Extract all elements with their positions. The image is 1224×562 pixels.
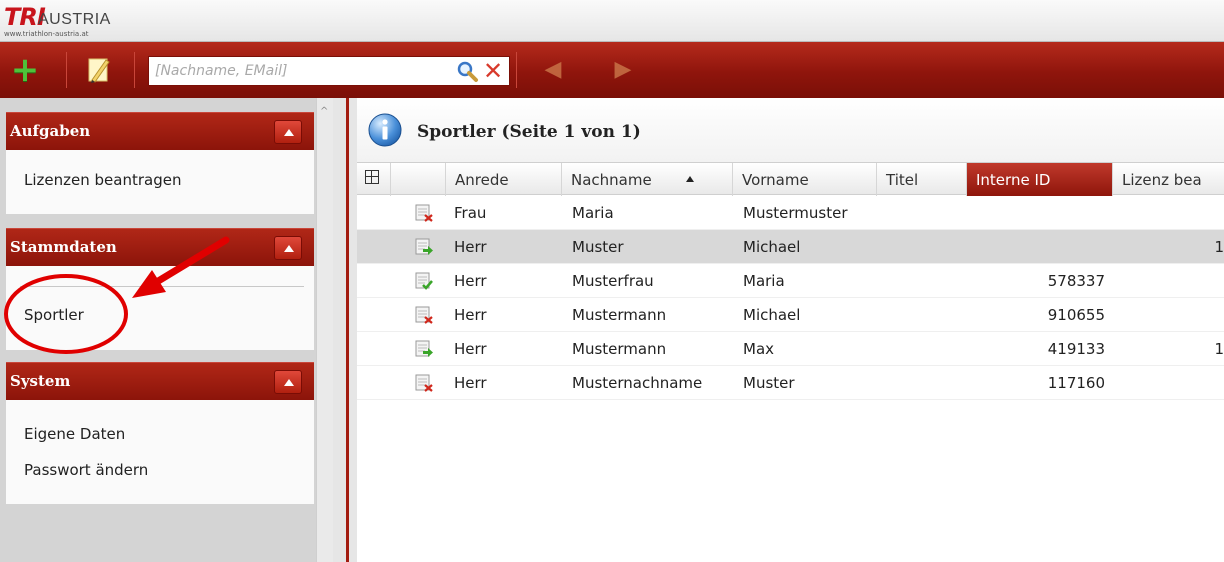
cell-vorname: Max: [743, 340, 775, 358]
column-header-titel[interactable]: Titel: [877, 163, 967, 196]
panel-header-system[interactable]: System: [6, 362, 314, 400]
collapse-icon[interactable]: [274, 370, 302, 394]
table-row[interactable]: Herr Mustermann Max 419133 1: [357, 332, 1224, 366]
sidebar-item-eigene-daten[interactable]: Eigene Daten: [24, 425, 125, 443]
cell-vorname: Mustermuster: [743, 204, 848, 222]
collapse-icon[interactable]: [274, 120, 302, 144]
add-icon[interactable]: +: [10, 53, 40, 87]
pencil-icon[interactable]: [84, 55, 114, 85]
cell-interne-id: 578337: [1047, 272, 1105, 290]
cell-anrede: Herr: [454, 272, 487, 290]
table-row[interactable]: Herr Musternachname Muster 117160: [357, 366, 1224, 400]
cell-anrede: Herr: [454, 374, 487, 392]
cell-nachname: Muster: [572, 238, 624, 256]
table-header: Anrede Nachname Vorname Titel Interne ID…: [357, 162, 1224, 196]
sidebar: Aufgaben Lizenzen beantragen Stammdaten …: [0, 98, 333, 562]
cell-interne-id: 419133: [1047, 340, 1105, 358]
table-row[interactable]: Herr Muster Michael 1: [357, 230, 1224, 264]
panel-title: Stammdaten: [10, 238, 117, 256]
cell-nachname: Musternachname: [572, 374, 703, 392]
cell-interne-id: 910655: [1047, 306, 1105, 324]
column-options[interactable]: [357, 163, 391, 196]
main-content: Sportler (Seite 1 von 1) Anrede Nachname…: [357, 98, 1224, 562]
panel-title: Aufgaben: [10, 122, 91, 140]
info-icon: [368, 113, 402, 147]
column-header-nachname[interactable]: Nachname: [562, 163, 733, 196]
cell-vorname: Michael: [743, 238, 801, 256]
column-header-lizenz[interactable]: Lizenz bea: [1113, 163, 1224, 196]
panel-title: System: [10, 372, 71, 390]
table-row[interactable]: Frau Maria Mustermuster: [357, 196, 1224, 230]
logo-url: www.triathlon-austria.at: [4, 30, 89, 38]
cell-lizenz: 1: [1214, 238, 1224, 256]
table-row[interactable]: Herr Mustermann Michael 910655: [357, 298, 1224, 332]
toolbar-divider: [516, 52, 517, 88]
cell-nachname: Maria: [572, 204, 614, 222]
sidebar-item-sportler[interactable]: Sportler: [24, 306, 84, 324]
document-forward-icon[interactable]: [415, 340, 433, 358]
expand-columns-icon[interactable]: [365, 170, 379, 184]
cell-nachname: Mustermann: [572, 340, 667, 358]
cell-nachname: Mustermann: [572, 306, 667, 324]
toolbar-divider: [134, 52, 135, 88]
document-approved-icon[interactable]: [415, 272, 433, 290]
cell-anrede: Herr: [454, 306, 487, 324]
column-header-anrede[interactable]: Anrede: [446, 163, 562, 196]
column-status: [391, 163, 446, 196]
arrow-left-icon[interactable]: ◀: [538, 55, 568, 85]
column-header-vorname[interactable]: Vorname: [733, 163, 877, 196]
sort-ascending-icon: [686, 176, 694, 182]
search-field[interactable]: ✕: [148, 56, 510, 86]
clear-search-icon[interactable]: ✕: [481, 59, 505, 83]
cell-vorname: Maria: [743, 272, 785, 290]
document-reject-icon[interactable]: [415, 306, 433, 324]
panel-header-aufgaben[interactable]: Aufgaben: [6, 112, 314, 150]
logo-bar: TRI AUSTRIA www.triathlon-austria.at: [0, 0, 1224, 42]
tri-austria-logo: TRI AUSTRIA www.triathlon-austria.at: [4, 4, 124, 38]
table-row[interactable]: Herr Musterfrau Maria 578337: [357, 264, 1224, 298]
content-header: Sportler (Seite 1 von 1): [357, 98, 1224, 162]
sidebar-item-passwort-aendern[interactable]: Passwort ändern: [24, 461, 148, 479]
cell-vorname: Michael: [743, 306, 801, 324]
panel-body-system: Eigene Daten Passwort ändern: [6, 400, 314, 504]
cell-nachname: Musterfrau: [572, 272, 654, 290]
divider: [20, 286, 304, 287]
cell-vorname: Muster: [743, 374, 795, 392]
cell-anrede: Frau: [454, 204, 487, 222]
arrow-right-icon[interactable]: ▶: [608, 55, 638, 85]
cell-interne-id: 117160: [1047, 374, 1105, 392]
panel-body-aufgaben: Lizenzen beantragen: [6, 150, 314, 214]
panel-body-stammdaten: Sportler: [6, 266, 314, 350]
collapse-icon[interactable]: [274, 236, 302, 260]
column-header-interne-id[interactable]: Interne ID: [967, 163, 1113, 196]
cell-lizenz: 1: [1214, 340, 1224, 358]
search-icon[interactable]: [455, 59, 479, 83]
document-reject-icon[interactable]: [415, 204, 433, 222]
document-reject-icon[interactable]: [415, 374, 433, 392]
panel-splitter[interactable]: [333, 98, 357, 562]
cell-anrede: Herr: [454, 340, 487, 358]
logo-brand-text: AUSTRIA: [38, 11, 111, 28]
sidebar-scrollbar[interactable]: ^: [316, 98, 333, 562]
document-forward-icon[interactable]: [415, 238, 433, 256]
page-title: Sportler (Seite 1 von 1): [417, 122, 641, 142]
search-input[interactable]: [155, 60, 445, 82]
sidebar-item-lizenzen-beantragen[interactable]: Lizenzen beantragen: [24, 171, 181, 189]
toolbar-divider: [66, 52, 67, 88]
main-toolbar: + ✕ ◀ ▶: [0, 42, 1224, 98]
panel-header-stammdaten[interactable]: Stammdaten: [6, 228, 314, 266]
cell-anrede: Herr: [454, 238, 487, 256]
